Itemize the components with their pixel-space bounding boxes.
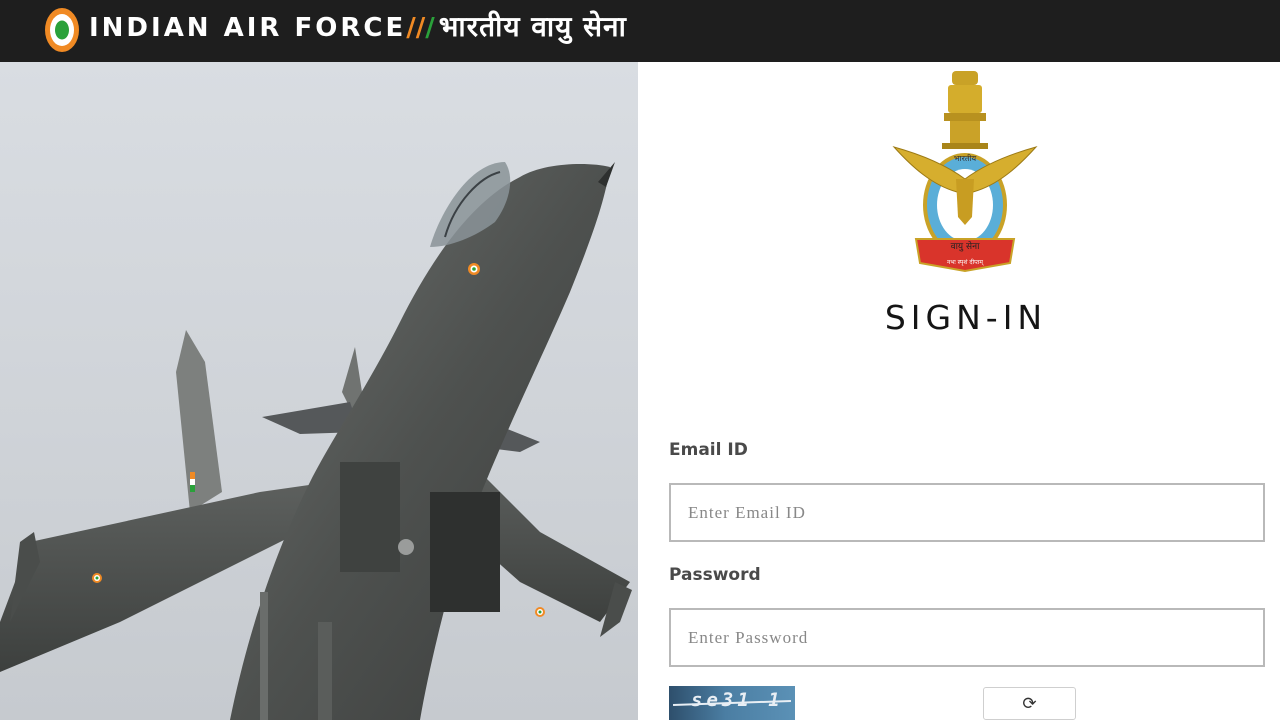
emblem-text-top: भारतीय [954,153,977,163]
brand-english: INDIAN AIR FORCE [89,13,407,43]
brand-separator-green: / [425,13,435,43]
site-brand: INDIAN AIR FORCE///भारतीय वायु सेना [89,10,627,44]
signin-panel: भारतीय वायु सेना नभः स्पृशं दीप्तम् SIGN… [638,62,1280,720]
top-header: INDIAN AIR FORCE///भारतीय वायु सेना [0,0,1280,62]
emblem-motto: नभः स्पृशं दीप्तम् [947,258,984,266]
password-label: Password [669,565,761,585]
iaf-emblem-icon: भारतीय वायु सेना नभः स्पृशं दीप्तम् [892,71,1038,273]
brand-separator-orange: // [406,13,426,43]
brand-hindi: भारतीय वायु सेना [438,10,627,43]
email-field[interactable] [669,483,1265,542]
fighter-jet-image [0,62,638,720]
refresh-icon: ⟳ [1022,693,1037,714]
captcha-image: se31 1 [669,686,795,720]
password-field[interactable] [669,608,1265,667]
signin-title: SIGN-IN [884,298,1048,337]
email-label: Email ID [669,440,748,460]
iaf-roundel-logo [45,8,79,52]
refresh-captcha-button[interactable]: ⟳ [983,687,1076,720]
emblem-text-bottom: वायु सेना [951,240,980,252]
